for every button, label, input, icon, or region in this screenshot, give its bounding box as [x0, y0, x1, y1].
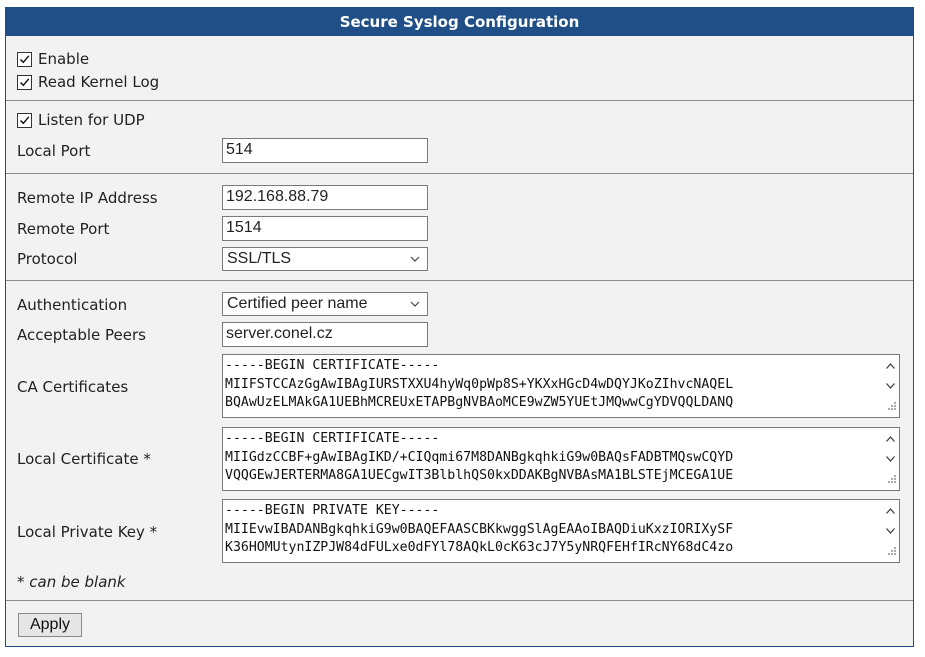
- chevron-down-icon: [409, 252, 421, 270]
- chevron-up-icon[interactable]: [885, 358, 896, 376]
- local-private-key-text: -----BEGIN PRIVATE KEY----- MIIEvwIBADAN…: [225, 503, 734, 555]
- acceptable-peers-label: Acceptable Peers: [17, 326, 146, 344]
- chevron-down-icon[interactable]: [885, 522, 896, 540]
- chevron-down-icon[interactable]: [885, 377, 896, 395]
- remote-ip-input[interactable]: 192.168.88.79: [222, 185, 428, 210]
- authentication-label: Authentication: [17, 296, 128, 314]
- local-port-label: Local Port: [17, 142, 91, 160]
- listen-udp-checkbox[interactable]: [17, 113, 32, 128]
- ca-certificates-text: -----BEGIN CERTIFICATE----- MIIFSTCCAzGg…: [225, 358, 734, 410]
- divider: [6, 280, 913, 281]
- divider: [6, 100, 913, 101]
- authentication-select[interactable]: Certified peer name: [222, 292, 428, 316]
- local-certificate-textarea[interactable]: -----BEGIN CERTIFICATE----- MIIGdzCCBF+g…: [222, 427, 900, 491]
- chevron-up-icon[interactable]: [885, 503, 896, 521]
- secure-syslog-panel: Secure Syslog Configuration Enable Read …: [5, 7, 914, 647]
- panel-title: Secure Syslog Configuration: [6, 8, 913, 36]
- apply-button[interactable]: Apply: [18, 613, 82, 637]
- local-certificate-text: -----BEGIN CERTIFICATE----- MIIGdzCCBF+g…: [225, 431, 734, 483]
- ca-certificates-textarea[interactable]: -----BEGIN CERTIFICATE----- MIIFSTCCAzGg…: [222, 354, 900, 418]
- chevron-down-icon: [409, 297, 421, 315]
- enable-label: Enable: [38, 50, 90, 68]
- resize-grip-icon[interactable]: [887, 542, 897, 560]
- protocol-select[interactable]: SSL/TLS: [222, 247, 428, 271]
- divider: [6, 600, 913, 601]
- chevron-down-icon[interactable]: [885, 450, 896, 468]
- remote-port-input[interactable]: 1514: [222, 216, 428, 241]
- local-private-key-label: Local Private Key *: [17, 523, 158, 541]
- read-kernel-log-checkbox[interactable]: [17, 75, 32, 90]
- protocol-selected-value: SSL/TLS: [227, 250, 292, 267]
- enable-checkbox[interactable]: [17, 52, 32, 67]
- local-private-key-textarea[interactable]: -----BEGIN PRIVATE KEY----- MIIEvwIBADAN…: [222, 499, 900, 563]
- authentication-selected-value: Certified peer name: [227, 295, 368, 312]
- remote-ip-label: Remote IP Address: [17, 189, 158, 207]
- resize-grip-icon[interactable]: [887, 397, 897, 415]
- blank-note: * can be blank: [17, 573, 126, 591]
- divider: [6, 173, 913, 174]
- resize-grip-icon[interactable]: [887, 470, 897, 488]
- listen-udp-label: Listen for UDP: [38, 111, 145, 129]
- read-kernel-log-label: Read Kernel Log: [38, 73, 160, 91]
- protocol-label: Protocol: [17, 250, 78, 268]
- local-certificate-label: Local Certificate *: [17, 450, 151, 468]
- remote-port-label: Remote Port: [17, 220, 110, 238]
- chevron-up-icon[interactable]: [885, 431, 896, 449]
- acceptable-peers-input[interactable]: server.conel.cz: [222, 322, 428, 347]
- local-port-input[interactable]: 514: [222, 138, 428, 163]
- ca-certificates-label: CA Certificates: [17, 378, 129, 396]
